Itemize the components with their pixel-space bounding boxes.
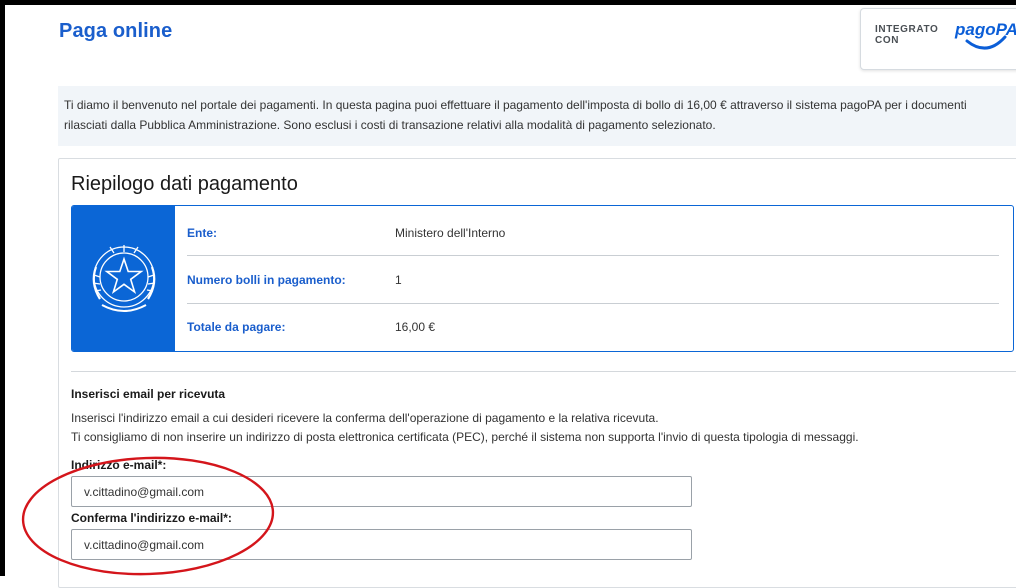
page-title: Paga online [59,20,173,42]
email-description-line: Ti consigliamo di non inserire un indiri… [71,430,859,444]
email-field-label: Indirizzo e-mail*: [71,458,167,472]
email-section-description: Inserisci l'indirizzo email a cui deside… [71,409,859,447]
confirm-email-field-label: Conferma l'indirizzo e-mail*: [71,511,232,525]
window-frame-top [0,0,1016,5]
stamp-count-value: 1 [395,273,402,287]
integrated-with-label: INTEGRATO CON [875,24,939,46]
total-label: Totale da pagare: [187,320,286,334]
stamp-count-label: Numero bolli in pagamento: [187,273,346,287]
row-separator [187,303,999,304]
confirm-email-field[interactable] [71,529,692,560]
pagopa-swoosh-icon [965,35,1007,50]
pagopa-integration-badge: INTEGRATO CON pagoPA [860,8,1016,70]
row-separator [187,255,999,256]
email-section-heading: Inserisci email per ricevuta [71,387,226,401]
email-description-line: Inserisci l'indirizzo email a cui deside… [71,411,659,425]
summary-box: Ente: Ministero dell'Interno Numero boll… [71,205,1014,352]
payment-summary-panel: Riepilogo dati pagamento Ente: Ministero… [58,158,1016,588]
total-value: 16,00 € [395,320,436,334]
welcome-message: Ti diamo il benvenuto nel portale dei pa… [58,86,1016,146]
section-divider [71,371,1016,372]
ente-value: Ministero dell'Interno [395,226,506,240]
window-frame-left [0,0,5,576]
ente-label: Ente: [187,226,217,240]
italian-republic-emblem-icon [72,206,175,351]
email-field[interactable] [71,476,692,507]
summary-title: Riepilogo dati pagamento [71,173,298,195]
